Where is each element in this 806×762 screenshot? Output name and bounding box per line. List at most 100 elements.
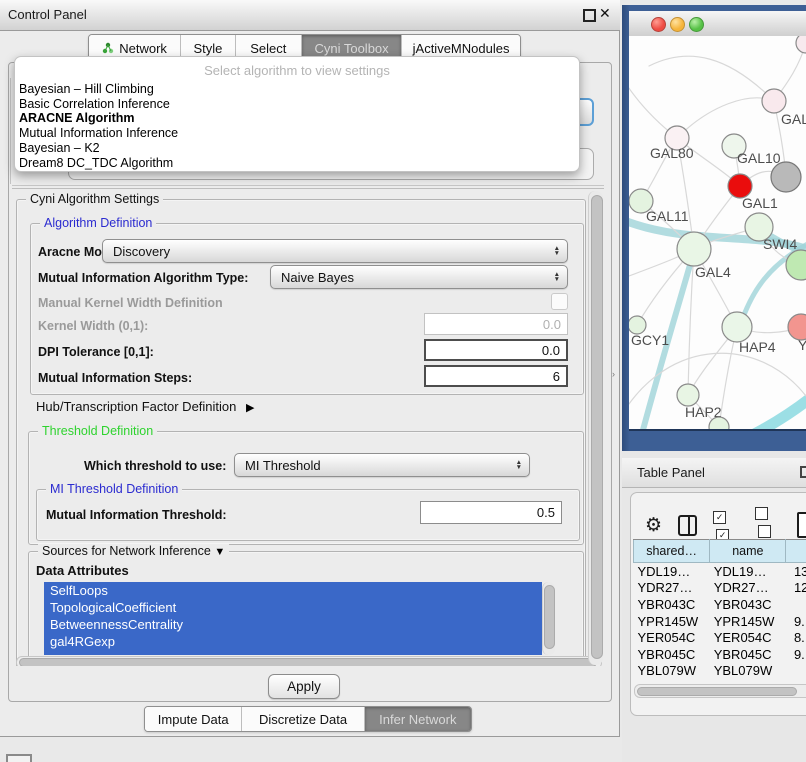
table-cell[interactable]: YDL19… xyxy=(634,563,710,580)
tab-discretize-data[interactable]: Discretize Data xyxy=(242,707,364,731)
columns-icon[interactable] xyxy=(678,515,697,536)
table-cell[interactable]: YPR145W xyxy=(634,613,710,630)
table-cell[interactable]: YLR345W xyxy=(710,679,786,681)
manual-kernel-checkbox[interactable] xyxy=(551,293,568,310)
close-traffic-light-icon[interactable] xyxy=(651,17,666,32)
table-row[interactable]: YER054CYER054C8. xyxy=(634,629,806,646)
dpi-tolerance-label: DPI Tolerance [0,1]: xyxy=(38,345,154,359)
unchecked-pair-icon[interactable] xyxy=(755,507,781,543)
table-cell[interactable]: YBL079W xyxy=(634,663,710,680)
network-node-gal[interactable] xyxy=(762,89,786,113)
table-row[interactable]: YDR27…YDR27…12 xyxy=(634,580,806,597)
table-row[interactable]: YBR043CYBR043C xyxy=(634,596,806,613)
table-cell[interactable]: YER054C xyxy=(710,629,786,646)
network-node-hap2[interactable] xyxy=(677,384,699,406)
table-cell[interactable]: 13 xyxy=(786,563,806,580)
mi-type-select[interactable]: Naive Bayes ▲▼ xyxy=(270,265,568,289)
table-cell[interactable]: YLR345W xyxy=(634,679,710,681)
tab-label: jActiveMNodules xyxy=(413,41,510,56)
zoom-traffic-light-icon[interactable] xyxy=(689,17,704,32)
table-h-scrollbar[interactable] xyxy=(634,684,806,698)
column-header[interactable] xyxy=(786,540,806,563)
algorithm-option[interactable]: Bayesian – K2 xyxy=(19,141,569,156)
which-threshold-select[interactable]: MI Threshold ▲▼ xyxy=(234,453,530,477)
table-cell[interactable]: YDR27… xyxy=(634,580,710,597)
kernel-width-field[interactable]: 0.0 xyxy=(424,313,568,335)
network-node[interactable] xyxy=(796,36,806,53)
chevron-right-icon: ▶ xyxy=(246,402,254,414)
mi-steps-field[interactable]: 6 xyxy=(424,365,568,387)
table-row[interactable]: YPR145WYPR145W9. xyxy=(634,613,806,630)
table-cell[interactable]: YBR045C xyxy=(710,646,786,663)
algorithm-option[interactable]: ARACNE Algorithm xyxy=(19,111,569,126)
table-cell[interactable]: YDR27… xyxy=(710,580,786,597)
hub-section-toggle[interactable]: Hub/Transcription Factor Definition ▶ xyxy=(36,399,254,414)
dpi-tolerance-field[interactable]: 0.0 xyxy=(424,339,568,361)
table-cell[interactable]: 12 xyxy=(786,580,806,597)
attributes-scrollbar[interactable] xyxy=(542,582,555,655)
algorithm-option[interactable]: Basic Correlation Inference xyxy=(19,97,569,112)
mi-threshold-field[interactable]: 0.5 xyxy=(420,501,562,524)
hidden-panel-icon[interactable] xyxy=(6,754,32,762)
column-header[interactable]: name xyxy=(710,540,786,563)
kernel-width-label: Kernel Width (0,1): xyxy=(38,319,148,333)
table-cell[interactable]: 9. xyxy=(786,613,806,630)
table-cell[interactable]: YBL079W xyxy=(710,663,786,680)
algorithm-option[interactable]: Bayesian – Hill Climbing xyxy=(19,82,569,97)
sources-label: Sources for Network Inference xyxy=(42,544,211,558)
close-icon[interactable]: ✕ xyxy=(599,5,611,22)
table-cell[interactable]: 9. xyxy=(786,646,806,663)
network-node[interactable] xyxy=(771,162,801,192)
network-edge[interactable] xyxy=(677,98,774,138)
table-cell[interactable]: YER054C xyxy=(634,629,710,646)
table-row[interactable]: YBL079WYBL079W xyxy=(634,663,806,680)
table-cell[interactable]: 9. xyxy=(786,679,806,681)
attribute-item[interactable]: gal4RGexp xyxy=(44,633,542,650)
aracne-mode-value: Discovery xyxy=(113,244,170,259)
resize-handle[interactable]: › xyxy=(612,369,615,379)
settings-scrollpane: Cyni Algorithm Settings Algorithm Defini… xyxy=(12,188,604,666)
aracne-mode-select[interactable]: Discovery ▲▼ xyxy=(102,239,568,263)
attribute-item[interactable]: TopologicalCoefficient xyxy=(44,599,542,616)
tab-infer-network[interactable]: Infer Network xyxy=(365,707,471,731)
network-canvas[interactable]: GALGAL80GAL10GAL1GAL11SWI4GAL4GCY1HAP4YH… xyxy=(629,36,806,429)
stepper-arrows-icon: ▲▼ xyxy=(516,460,529,471)
network-window-titlebar xyxy=(629,11,806,37)
control-panel-title: Control Panel xyxy=(8,7,87,22)
table-cell[interactable]: YBR045C xyxy=(634,646,710,663)
tab-impute-data[interactable]: Impute Data xyxy=(145,707,242,731)
table-row[interactable]: YBR045CYBR045C9. xyxy=(634,646,806,663)
table-row[interactable]: YLR345WYLR345W9. xyxy=(634,679,806,681)
control-panel-window: Control Panel ✕ NetworkStyleSelectCyni T… xyxy=(0,0,620,737)
table-row[interactable]: YDL19…YDL19…13 xyxy=(634,563,806,580)
algorithm-option[interactable]: Mutual Information Inference xyxy=(19,126,569,141)
network-edge[interactable] xyxy=(649,56,774,101)
settings-h-scrollbar[interactable] xyxy=(16,656,602,666)
float-window-icon[interactable] xyxy=(800,466,806,478)
column-header[interactable]: shared… xyxy=(634,540,710,563)
table-doc-icon[interactable] xyxy=(797,512,806,538)
network-view-window: GALGAL80GAL10GAL1GAL11SWI4GAL4GCY1HAP4YH… xyxy=(622,5,806,451)
table-cell[interactable] xyxy=(786,596,806,613)
settings-v-scrollbar[interactable] xyxy=(588,191,603,665)
attribute-item[interactable]: BetweennessCentrality xyxy=(44,616,542,633)
network-node-gal4[interactable] xyxy=(677,232,711,266)
apply-button[interactable]: Apply xyxy=(268,674,340,699)
network-node-hap4[interactable] xyxy=(722,312,752,342)
algorithm-dropdown-popup: Select algorithm to view settings Bayesi… xyxy=(14,56,580,172)
sources-label-wrap[interactable]: Sources for Network Inference ▼ xyxy=(38,544,229,558)
gear-icon[interactable]: ⚙ xyxy=(645,516,662,535)
table-cell[interactable]: YBR043C xyxy=(634,596,710,613)
float-window-icon[interactable] xyxy=(583,9,596,22)
attribute-item[interactable]: SelfLoops xyxy=(44,582,542,599)
table-cell[interactable]: YBR043C xyxy=(710,596,786,613)
network-icon xyxy=(102,42,114,54)
minimize-traffic-light-icon[interactable] xyxy=(670,17,685,32)
algorithm-option[interactable]: Dream8 DC_TDC Algorithm xyxy=(19,156,569,171)
table-cell[interactable] xyxy=(786,663,806,680)
checked-pair-icon[interactable]: ✓✓ xyxy=(713,507,739,543)
table-cell[interactable]: 8. xyxy=(786,629,806,646)
table-cell[interactable]: YPR145W xyxy=(710,613,786,630)
node-label: SWI4 xyxy=(763,236,797,252)
table-cell[interactable]: YDL19… xyxy=(710,563,786,580)
